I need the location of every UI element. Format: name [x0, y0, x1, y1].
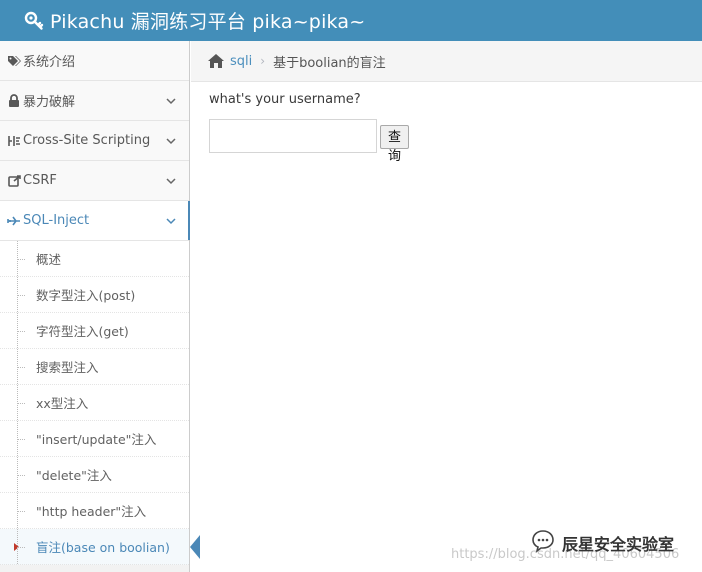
submenu-item-label: "delete"注入	[36, 468, 112, 483]
submenu-item-http-header[interactable]: "http header"注入	[0, 493, 189, 529]
query-form: 查询	[209, 119, 410, 164]
submenu-item-label: 搜索型注入	[36, 360, 99, 375]
submenu-item-insert-update[interactable]: "insert/update"注入	[0, 421, 189, 457]
share-icon	[6, 174, 22, 188]
submenu-item-numeric-post[interactable]: 数字型注入(post)	[0, 277, 189, 313]
sidebar-item-brute-force[interactable]: 暴力破解	[0, 81, 189, 121]
app-title[interactable]: Pikachu 漏洞练习平台 pika~pika~	[50, 7, 365, 34]
sidebar-item-label: SQL-Inject	[23, 213, 90, 228]
home-icon[interactable]	[207, 53, 225, 69]
sidebar-item-csrf[interactable]: CSRF	[0, 161, 189, 201]
sidebar-item-sql-inject[interactable]: SQL-Inject	[0, 201, 190, 241]
submenu-item-label: "insert/update"注入	[36, 432, 157, 447]
chevron-down-icon	[166, 218, 176, 225]
sidebar-item-xss[interactable]: Cross-Site Scripting	[0, 121, 189, 161]
submenu-item-label: 字符型注入(get)	[36, 324, 129, 339]
top-navbar: Pikachu 漏洞练习平台 pika~pika~	[0, 0, 702, 41]
active-pointer-icon	[190, 535, 200, 559]
submenu-item-label: 数字型注入(post)	[36, 288, 136, 303]
sidebar-item-label: 暴力破解	[23, 95, 76, 110]
sidebar: 系统介绍 暴力破解 Cross-Site Scripting CSRF SQL-…	[0, 41, 200, 572]
sql-inject-submenu: 概述 数字型注入(post) 字符型注入(get) 搜索型注入 xx型注入 "i…	[0, 241, 200, 565]
submenu-item-blind-boolean[interactable]: 盲注(base on boolian)	[0, 529, 200, 565]
lock-icon	[6, 94, 22, 108]
tags-icon	[6, 54, 22, 68]
caret-right-icon	[14, 543, 19, 551]
submenu-item-string-get[interactable]: 字符型注入(get)	[0, 313, 189, 349]
submenu-item-delete[interactable]: "delete"注入	[0, 457, 189, 493]
username-prompt: what's your username?	[209, 92, 361, 107]
sidebar-item-label: CSRF	[23, 173, 57, 188]
chevron-down-icon	[166, 138, 176, 145]
key-icon	[24, 11, 44, 31]
breadcrumb: sqli › 基于boolian的盲注	[191, 41, 702, 82]
sidebar-item-label: Cross-Site Scripting	[23, 133, 151, 148]
sidebar-item-label: 系统介绍	[23, 55, 76, 70]
chevron-down-icon	[166, 178, 176, 185]
code-icon	[6, 134, 22, 148]
submenu-item-label: 概述	[36, 252, 62, 267]
plane-icon	[6, 214, 22, 228]
chevron-right-icon: ›	[260, 54, 266, 68]
username-input[interactable]	[209, 119, 377, 153]
submenu-item-xx[interactable]: xx型注入	[0, 385, 189, 421]
query-button[interactable]: 查询	[380, 124, 410, 164]
submenu-item-label: xx型注入	[36, 396, 89, 411]
submenu-item-search[interactable]: 搜索型注入	[0, 349, 189, 385]
breadcrumb-current: 基于boolian的盲注	[273, 55, 386, 71]
submenu-item-label: 盲注(base on boolian)	[36, 540, 170, 555]
main-content: what's your username? 查询	[209, 92, 410, 164]
chevron-down-icon	[166, 98, 176, 105]
breadcrumb-link-sqli[interactable]: sqli	[230, 54, 252, 69]
sidebar-item-intro[interactable]: 系统介绍	[0, 41, 189, 81]
submenu-item-overview[interactable]: 概述	[0, 241, 189, 277]
submenu-item-label: "http header"注入	[36, 504, 147, 519]
watermark-brand: 辰星安全实验室	[562, 535, 675, 554]
